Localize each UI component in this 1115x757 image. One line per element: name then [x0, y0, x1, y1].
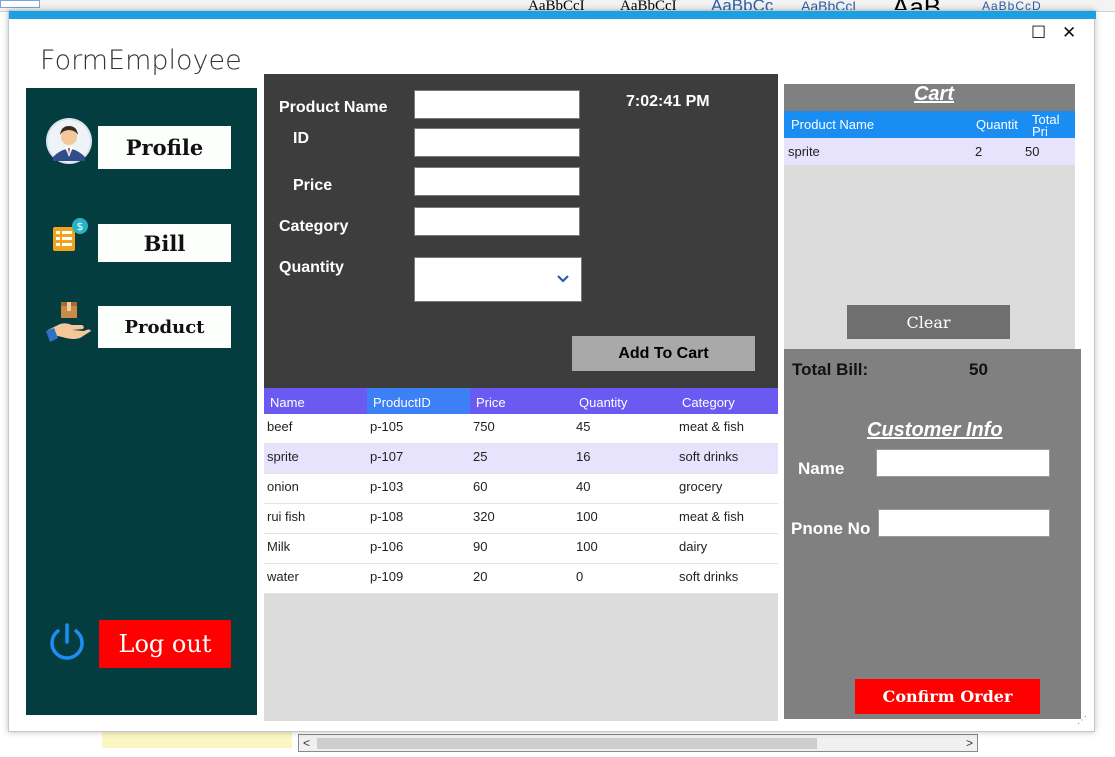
table-row[interactable]: beef p-105 750 45 meat & fish [264, 414, 778, 444]
total-bill-label: Total Bill: [792, 360, 869, 379]
table-cell: 40 [576, 479, 591, 494]
table-row[interactable]: rui fish p-108 320 100 meat & fish [264, 504, 778, 534]
table-cell: grocery [679, 479, 723, 494]
table-row[interactable]: onion p-103 60 40 grocery [264, 474, 778, 504]
cart-row[interactable]: sprite 2 50 [784, 138, 1075, 165]
clock-time: 7:02:41 PM [626, 93, 710, 110]
cart-title: Cart [913, 83, 954, 105]
confirm-order-button[interactable]: Confirm Order [855, 679, 1040, 714]
add-to-cart-button[interactable]: Add To Cart [572, 336, 755, 371]
window-title: FormEmployee [40, 45, 242, 76]
table-cell: 2 [975, 144, 983, 159]
total-bill-value: 50 [969, 360, 988, 379]
maximize-icon[interactable]: ☐ [1031, 23, 1046, 43]
power-icon[interactable] [47, 622, 87, 664]
table-cell: 750 [473, 419, 495, 434]
column-header[interactable]: Name [264, 388, 367, 414]
window-accent-bar [9, 11, 1096, 19]
clear-button[interactable]: Clear [847, 305, 1010, 339]
phone-input[interactable] [878, 509, 1050, 537]
table-cell: 100 [576, 539, 598, 554]
background-app-box [0, 0, 40, 8]
close-icon[interactable]: ✕ [1062, 23, 1076, 43]
product-hand-icon [46, 302, 91, 342]
document-highlight [102, 730, 292, 748]
column-header[interactable]: ProductID [367, 388, 470, 414]
table-cell: 90 [473, 539, 488, 554]
quantity-label: Quantity [279, 259, 344, 276]
category-label: Category [279, 218, 349, 235]
table-cell: p-105 [370, 419, 404, 434]
table-cell: water [267, 569, 299, 584]
column-header[interactable]: Quantit [969, 111, 1025, 138]
cart-panel: Cart Product Name Quantit Total Pri spri… [784, 83, 1075, 349]
table-cell: rui fish [267, 509, 306, 524]
scroll-thumb[interactable] [317, 738, 817, 749]
bill-button[interactable]: Bill [98, 224, 231, 262]
sidebar: Profile $ Bill Product Log out [26, 88, 257, 715]
form-employee-window: FormEmployee ☐ ✕ ⋰ Profile $ Bill Produc… [8, 10, 1096, 732]
table-row[interactable]: sprite p-107 25 16 soft drinks [264, 444, 778, 474]
column-header[interactable]: Price [470, 388, 573, 414]
bill-customer-panel: Total Bill: 50 Customer Info Name Pnone … [784, 349, 1081, 719]
id-input[interactable] [414, 128, 580, 157]
table-cell: sprite [788, 144, 820, 159]
customer-name-label: Name [798, 459, 845, 478]
svg-text:$: $ [77, 220, 84, 233]
table-cell: beef [267, 419, 293, 434]
price-input[interactable] [414, 167, 580, 196]
customer-name-input[interactable] [876, 449, 1050, 477]
table-cell: meat & fish [679, 509, 745, 524]
table-cell: p-103 [370, 479, 404, 494]
product-table-header: Name ProductID Price Quantity Category [264, 388, 778, 414]
column-header[interactable]: Total Pri [1025, 111, 1075, 138]
logout-button[interactable]: Log out [99, 620, 231, 668]
avatar-icon [46, 118, 92, 164]
scroll-left-icon[interactable]: < [303, 735, 310, 751]
table-row[interactable]: Milk p-106 90 100 dairy [264, 534, 778, 564]
scroll-right-icon[interactable]: > [966, 735, 973, 751]
table-cell: 60 [473, 479, 488, 494]
bill-icon: $ [53, 218, 88, 251]
quantity-dropdown[interactable] [414, 257, 582, 302]
table-cell: dairy [679, 539, 708, 554]
table-cell: p-108 [370, 509, 404, 524]
table-cell: 50 [1025, 144, 1040, 159]
table-cell: 25 [473, 449, 488, 464]
horizontal-scrollbar[interactable]: < > [298, 734, 978, 752]
table-cell: p-106 [370, 539, 404, 554]
table-cell: p-107 [370, 449, 404, 464]
table-cell: soft drinks [679, 569, 739, 584]
customer-info-title: Customer Info [867, 419, 1003, 441]
table-cell: Milk [267, 539, 291, 554]
table-cell: 16 [576, 449, 591, 464]
product-form-panel: Product Name ID Price Category Quantity … [264, 74, 778, 388]
table-cell: onion [267, 479, 299, 494]
table-cell: soft drinks [679, 449, 739, 464]
table-cell: 320 [473, 509, 495, 524]
product-name-input[interactable] [414, 90, 580, 119]
category-input[interactable] [414, 207, 580, 236]
table-row[interactable]: water p-109 20 0 soft drinks [264, 564, 778, 594]
price-label: Price [293, 177, 333, 194]
table-cell: 45 [576, 419, 591, 434]
chevron-down-icon[interactable] [557, 275, 569, 283]
column-header[interactable]: Product Name [784, 111, 969, 138]
column-header[interactable]: Category [676, 388, 778, 414]
column-header[interactable]: Quantity [573, 388, 676, 414]
product-button[interactable]: Product [98, 306, 231, 348]
table-cell: p-109 [370, 569, 404, 584]
table-cell: meat & fish [679, 419, 745, 434]
table-cell: 100 [576, 509, 598, 524]
id-label: ID [293, 130, 309, 147]
table-cell: sprite [267, 449, 299, 464]
phone-label: Pnone No [791, 519, 871, 538]
table-cell: 20 [473, 569, 488, 584]
product-table: Name ProductID Price Quantity Category b… [264, 388, 778, 721]
profile-button[interactable]: Profile [98, 126, 231, 169]
table-cell: 0 [576, 569, 584, 584]
cart-table-header: Product Name Quantit Total Pri [784, 111, 1075, 138]
product-name-label: Product Name [279, 99, 388, 116]
